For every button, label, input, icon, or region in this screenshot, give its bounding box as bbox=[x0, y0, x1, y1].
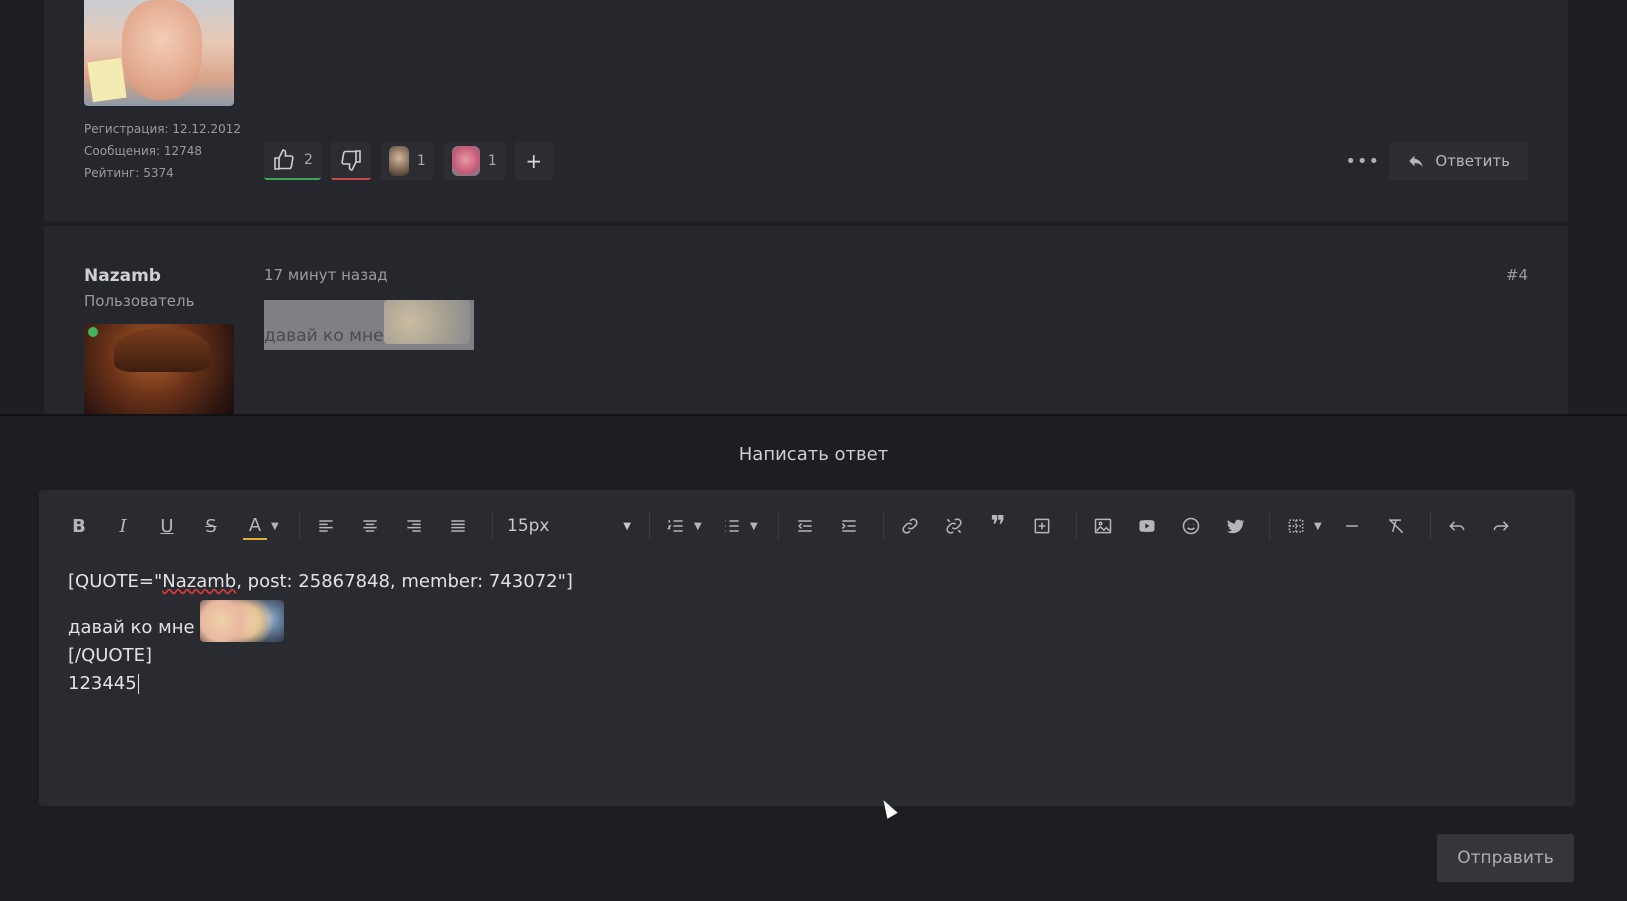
emoji-icon[interactable] bbox=[1173, 508, 1209, 544]
editor-line: [/QUOTE] bbox=[68, 642, 573, 670]
underline-icon[interactable]: U bbox=[149, 508, 185, 544]
align-left-icon[interactable] bbox=[308, 508, 344, 544]
like-button[interactable]: 2 bbox=[264, 142, 321, 180]
quote-author: Nazamb bbox=[162, 571, 237, 592]
quote-close: [/QUOTE] bbox=[68, 645, 152, 666]
unordered-list-icon[interactable] bbox=[714, 508, 750, 544]
text-cursor bbox=[137, 674, 139, 694]
editor-toolbar: B I U S A ▼ 15px ▼ ▼ ▼ ❞ ▼ bbox=[61, 506, 1527, 546]
align-right-icon[interactable] bbox=[396, 508, 432, 544]
strikethrough-icon[interactable]: S bbox=[193, 508, 229, 544]
undo-icon[interactable] bbox=[1439, 508, 1475, 544]
editor-line: 123445 bbox=[68, 670, 573, 698]
thumbs-up-icon bbox=[274, 149, 294, 170]
indent-icon[interactable] bbox=[831, 508, 867, 544]
emoji-reaction-button[interactable]: 1 bbox=[380, 142, 434, 180]
reply-label: Ответить bbox=[1435, 152, 1510, 170]
message-count: Сообщения: 12748 bbox=[84, 144, 203, 158]
align-center-icon[interactable] bbox=[352, 508, 388, 544]
font-size-value: 15px bbox=[507, 516, 550, 536]
typed-text: 123445 bbox=[68, 673, 137, 694]
send-button[interactable]: Отправить bbox=[1437, 834, 1574, 882]
align-justify-icon[interactable] bbox=[440, 508, 476, 544]
post-content: давай ко мне bbox=[264, 300, 474, 350]
emoji-reaction-button[interactable]: 1 bbox=[443, 142, 505, 180]
clear-format-icon[interactable] bbox=[1378, 508, 1414, 544]
image-icon[interactable] bbox=[1085, 508, 1121, 544]
post-number[interactable]: #4 bbox=[1506, 266, 1528, 284]
more-options-button[interactable]: ••• bbox=[1345, 151, 1379, 172]
reply-title: Написать ответ bbox=[738, 444, 889, 465]
user-rating: Рейтинг: 5374 bbox=[84, 166, 174, 180]
user-title: Пользователь bbox=[84, 292, 195, 310]
emoji-reaction-count: 1 bbox=[487, 153, 497, 169]
sticker-image bbox=[200, 600, 285, 642]
post: Nazamb Пользователь 17 минут назад #4 да… bbox=[44, 226, 1568, 414]
plus-icon: + bbox=[525, 149, 543, 173]
link-icon[interactable] bbox=[892, 508, 928, 544]
add-reaction-button[interactable]: + bbox=[514, 142, 553, 180]
redo-icon[interactable] bbox=[1483, 508, 1519, 544]
table-icon[interactable] bbox=[1278, 508, 1314, 544]
outdent-icon[interactable] bbox=[787, 508, 823, 544]
like-count: 2 bbox=[304, 152, 313, 168]
post: Регистрация: 12.12.2012 Сообщения: 12748… bbox=[44, 0, 1568, 221]
sticker-image bbox=[384, 300, 470, 344]
thumbs-down-icon bbox=[341, 150, 361, 171]
post-actions: ••• Ответить bbox=[1345, 142, 1528, 180]
unlink-icon[interactable] bbox=[936, 508, 972, 544]
ordered-list-icon[interactable] bbox=[658, 508, 694, 544]
chevron-down-icon[interactable]: ▼ bbox=[271, 521, 283, 532]
chevron-down-icon[interactable]: ▼ bbox=[1314, 521, 1326, 532]
post-text: давай ко мне bbox=[264, 326, 384, 346]
reply-button[interactable]: Ответить bbox=[1389, 142, 1528, 180]
quote-icon[interactable]: ❞ bbox=[980, 508, 1016, 544]
dislike-button[interactable] bbox=[330, 142, 371, 180]
editor-line: давай ко мне bbox=[68, 596, 573, 642]
twitter-icon[interactable] bbox=[1217, 508, 1253, 544]
bold-icon[interactable]: B bbox=[61, 508, 97, 544]
reactions-bar: 2 1 1 + bbox=[264, 142, 553, 180]
reply-icon bbox=[1409, 155, 1424, 167]
reply-panel: Написать ответ B I U S A ▼ 15px ▼ ▼ ▼ ❞ … bbox=[0, 414, 1627, 901]
reply-editor: B I U S A ▼ 15px ▼ ▼ ▼ ❞ ▼ [QUOTE="Nazam… bbox=[39, 490, 1575, 806]
avatar[interactable] bbox=[84, 324, 234, 414]
quote-body: давай ко мне bbox=[68, 617, 195, 638]
text-color-icon[interactable]: A bbox=[243, 512, 267, 540]
quote-open-suffix: , post: 25867848, member: 743072"] bbox=[236, 571, 573, 592]
insert-icon[interactable] bbox=[1024, 508, 1060, 544]
username[interactable]: Nazamb bbox=[84, 266, 161, 286]
online-status-icon bbox=[88, 327, 98, 337]
quote-open-prefix: [QUOTE=" bbox=[68, 571, 163, 592]
user-stats: Регистрация: 12.12.2012 Сообщения: 12748… bbox=[84, 118, 241, 184]
registration-date: Регистрация: 12.12.2012 bbox=[84, 122, 242, 136]
editor-line: [QUOTE="Nazamb, post: 25867848, member: … bbox=[68, 568, 573, 596]
emoji-reaction-icon bbox=[388, 146, 409, 176]
horizontal-rule-icon[interactable] bbox=[1334, 508, 1370, 544]
emoji-reaction-icon bbox=[451, 146, 480, 176]
font-size-select[interactable]: 15px ▼ bbox=[501, 508, 637, 544]
chevron-down-icon[interactable]: ▼ bbox=[750, 521, 762, 532]
youtube-icon[interactable] bbox=[1129, 508, 1165, 544]
italic-icon[interactable]: I bbox=[105, 508, 141, 544]
avatar[interactable] bbox=[84, 0, 234, 106]
chevron-down-icon: ▼ bbox=[623, 520, 631, 532]
thread-area: Регистрация: 12.12.2012 Сообщения: 12748… bbox=[0, 0, 1627, 414]
post-time[interactable]: 17 минут назад bbox=[264, 266, 388, 284]
editor-content[interactable]: [QUOTE="Nazamb, post: 25867848, member: … bbox=[68, 568, 573, 698]
chevron-down-icon[interactable]: ▼ bbox=[694, 521, 706, 532]
emoji-reaction-count: 1 bbox=[416, 153, 426, 169]
